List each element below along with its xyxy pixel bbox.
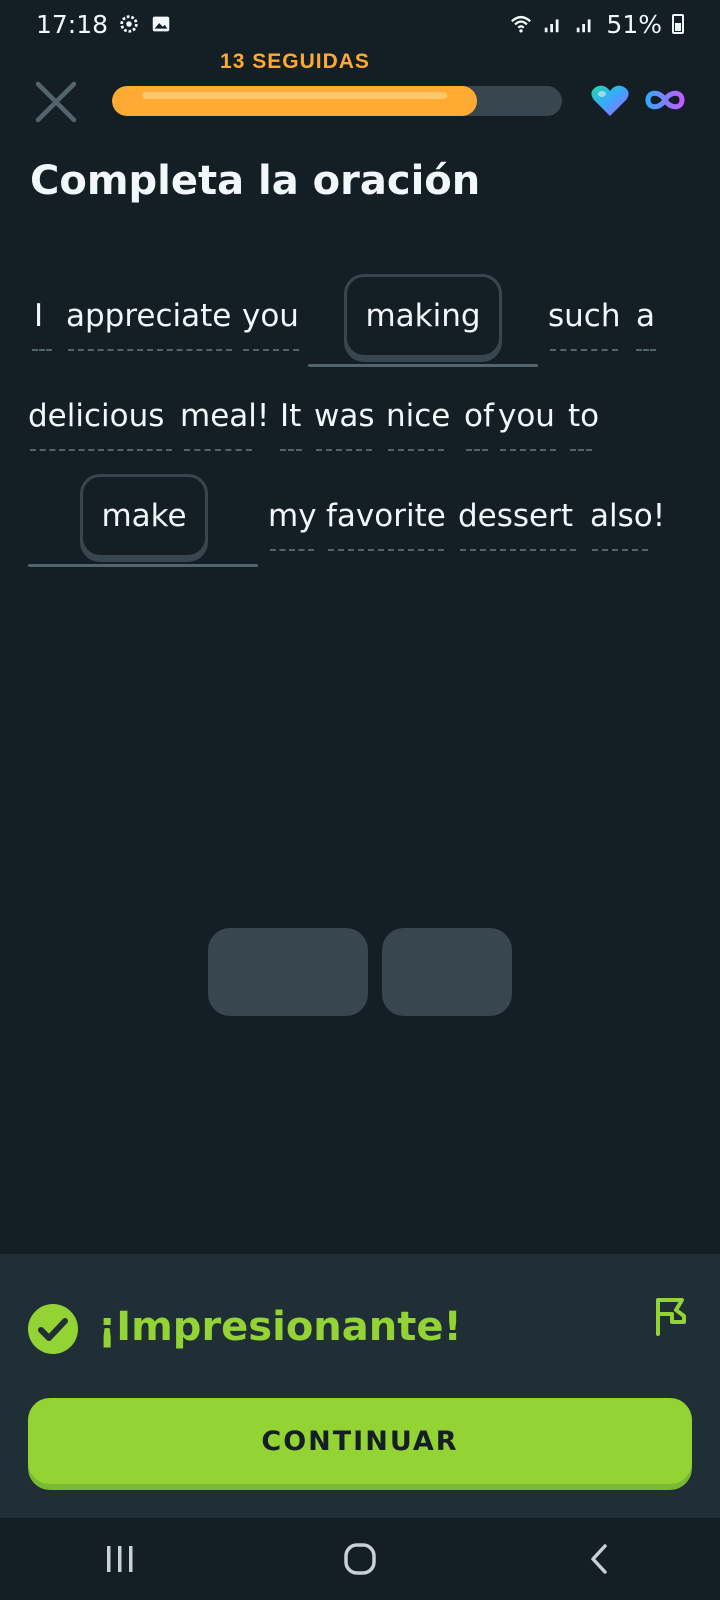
close-icon[interactable] [34,80,78,124]
recent-apps-button[interactable] [90,1529,150,1589]
feedback-message: ¡Impresionante! [98,1304,462,1350]
sentence-word[interactable]: also! [590,498,665,534]
sentence-word[interactable]: dessert [458,498,573,534]
word-underline [184,449,252,451]
answer-blank [308,364,538,367]
feedback-panel: ¡Impresionante! CONTINUAR [0,1254,720,1518]
word-underline [636,349,656,351]
back-icon [591,1544,607,1574]
image-icon [152,16,170,32]
sentence-word[interactable]: favorite [326,498,446,534]
word-underline [280,449,302,451]
system-nav-bar [0,1518,720,1600]
sentence-word[interactable]: nice [386,398,450,434]
lesson-progress-bar [112,86,562,116]
sentence-word[interactable]: I [34,298,43,334]
status-left: 17:18 [36,10,172,39]
word-bank-slot [208,928,368,1016]
clock: 17:18 [36,9,109,39]
sentence-word[interactable]: you [498,398,555,434]
word-underline [550,349,618,351]
word-underline [388,449,444,451]
battery-percent: 51% [606,9,662,39]
sentence-word[interactable]: delicious [28,398,164,434]
status-right: 51% [510,10,684,39]
answer-chip-making[interactable]: making [344,274,502,358]
home-icon [344,1543,376,1575]
word-underline [328,549,444,551]
back-button[interactable] [570,1529,630,1589]
word-underline [30,449,172,451]
sentence-word[interactable]: of [464,398,494,434]
flag-icon[interactable] [652,1294,690,1338]
lesson-progress-fill [112,86,477,116]
heart-icon[interactable] [590,84,630,118]
signal-icon [545,19,559,33]
word-underline [68,349,232,351]
sentence-word[interactable]: appreciate [66,298,231,334]
continue-button[interactable]: CONTINUAR [28,1398,692,1484]
sentence-word[interactable]: such [548,298,621,334]
word-underline [466,449,488,451]
sentence-word[interactable]: to [568,398,599,434]
word-underline [592,549,648,551]
sentence-word[interactable]: you [242,298,299,334]
word-underline [270,549,314,551]
answer-blank [28,564,258,567]
status-bar: 17:18 51% [0,0,720,48]
sentence-word[interactable]: a [636,298,655,334]
word-underline [570,449,592,451]
infinity-icon[interactable] [644,88,686,112]
word-underline [316,449,372,451]
recent-apps-icon [107,1546,133,1572]
settings-icon [120,15,138,33]
home-button[interactable] [330,1529,390,1589]
sentence-word[interactable]: was [314,398,375,434]
sentence-word[interactable]: my [268,498,317,534]
word-underline [460,549,576,551]
wifi-icon [511,15,532,33]
exercise-title: Completa la oración [30,158,481,204]
signal-icon [577,19,591,33]
sentence-word[interactable]: It [280,398,301,434]
word-underline [500,449,556,451]
word-underline [32,349,52,351]
check-icon [28,1304,78,1354]
word-underline [243,349,299,351]
word-bank-slot [382,928,512,1016]
sentence-word[interactable]: meal! [180,398,269,434]
battery-icon [672,14,684,34]
answer-chip-make[interactable]: make [80,474,208,558]
streak-label: 13 SEGUIDAS [220,50,370,73]
